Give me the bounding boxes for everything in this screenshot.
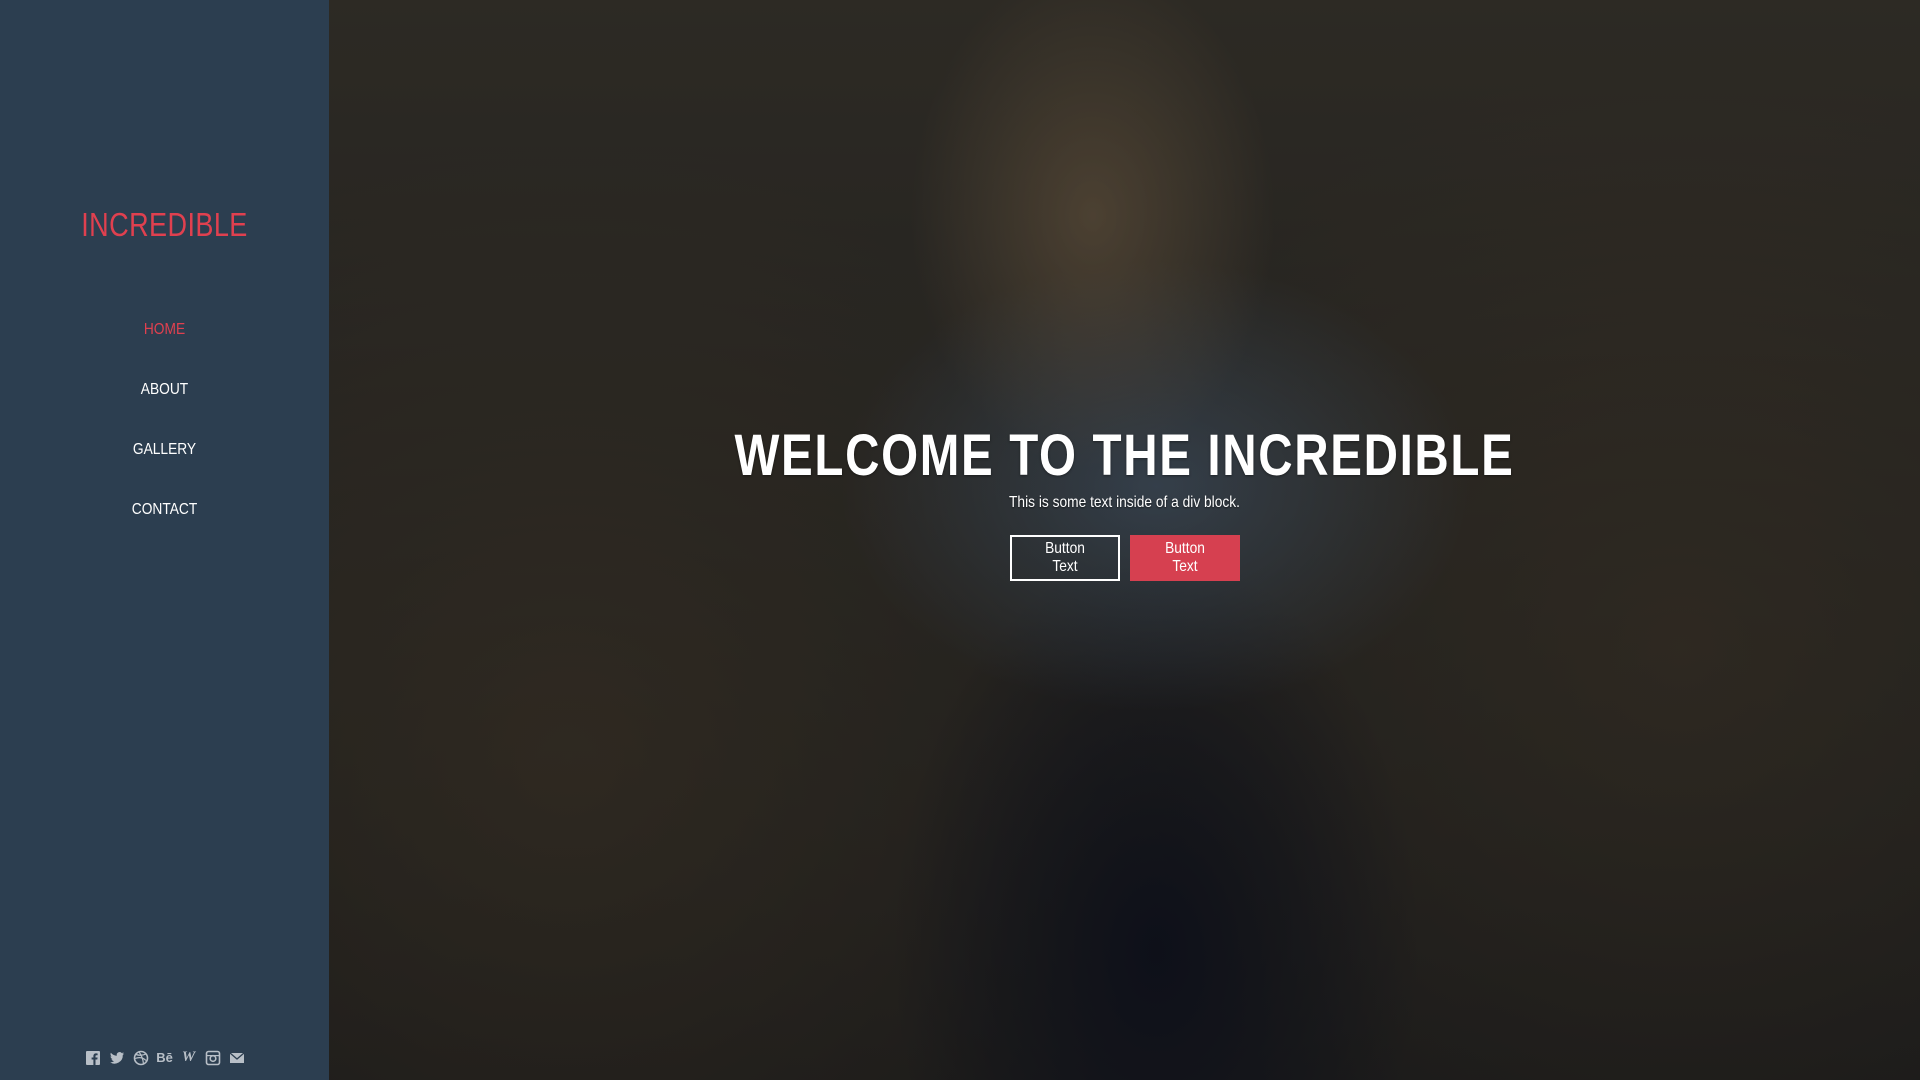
social-links: Bē W: [0, 1049, 329, 1066]
nav-item-home[interactable]: HOME: [23, 300, 306, 360]
primary-button[interactable]: Button Text: [1129, 535, 1240, 581]
hero-subtitle: This is some text inside of a div block.: [1009, 494, 1240, 511]
brand-logo[interactable]: INCREDIBLE: [30, 206, 300, 244]
hero-buttons: Button Text Button Text: [329, 535, 1920, 581]
instagram-icon[interactable]: [204, 1049, 221, 1066]
outline-button-label: Button Text: [1044, 540, 1085, 575]
facebook-icon[interactable]: [84, 1049, 101, 1066]
twitter-icon[interactable]: [108, 1049, 125, 1066]
nav-item-contact[interactable]: CONTACT: [23, 480, 306, 540]
email-icon[interactable]: [228, 1049, 245, 1066]
dribbble-icon[interactable]: [132, 1049, 149, 1066]
nav-item-gallery[interactable]: GALLERY: [23, 420, 306, 480]
behance-icon[interactable]: Bē: [156, 1049, 173, 1066]
primary-button-label: Button Text: [1164, 540, 1205, 575]
main-nav: HOME ABOUT GALLERY CONTACT: [0, 300, 329, 540]
sidebar: INCREDIBLE HOME ABOUT GALLERY CONTACT Bē…: [0, 0, 329, 1080]
hero-section: WELCOME TO THE INCREDIBLE This is some t…: [329, 0, 1920, 1080]
hero-title: WELCOME TO THE INCREDIBLE: [734, 423, 1515, 488]
nav-item-about[interactable]: ABOUT: [23, 360, 306, 420]
wordpress-icon[interactable]: W: [180, 1049, 197, 1066]
hero-content: WELCOME TO THE INCREDIBLE This is some t…: [329, 418, 1920, 581]
outline-button[interactable]: Button Text: [1009, 535, 1120, 581]
